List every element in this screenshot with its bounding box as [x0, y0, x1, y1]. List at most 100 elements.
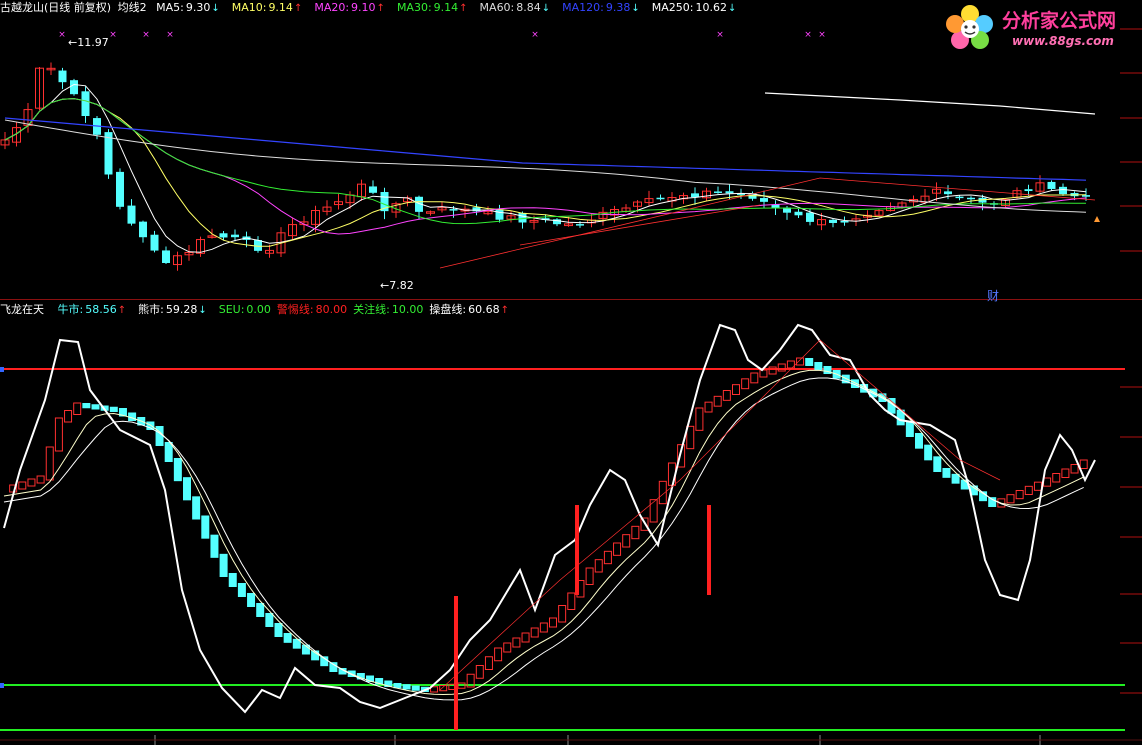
candle-body-down [760, 198, 768, 202]
indicator-bar-up [521, 632, 530, 643]
indicator-bar-up [494, 647, 503, 662]
ma-legend-5[interactable]: MA120: 9.38↓ [562, 0, 646, 17]
down-arrow-icon: ↓ [631, 3, 640, 14]
indicator-bar-down [988, 497, 997, 507]
indicator-bar-down [210, 534, 219, 558]
indicator-bar-up [759, 369, 768, 378]
left-marker [0, 367, 4, 372]
indicator-bar-up [704, 401, 713, 413]
up-arrow-icon: ↑ [500, 305, 509, 316]
indicator-bar-up [1079, 459, 1088, 469]
indicator-bar-down [329, 662, 338, 672]
indicator-bar-up [18, 481, 27, 490]
signal-bar [575, 505, 579, 595]
indicator-bar-down [155, 426, 164, 446]
chart-canvas[interactable]: × × × × × × × × [0, 0, 1142, 745]
signal-mark-icon: × [818, 30, 826, 40]
indicator-bar-down [228, 573, 237, 587]
up-arrow-icon: ↑ [459, 3, 468, 14]
indicator-bar-down [237, 583, 246, 597]
pane-divider[interactable] [0, 299, 1142, 300]
indicator-legend-3[interactable]: 警惕线: 80.00 [277, 302, 347, 318]
ma-legend-6[interactable]: MA250: 10.62↓ [652, 0, 743, 17]
indicator-bar-down [192, 496, 201, 520]
ma-legend-4[interactable]: MA60: 8.84↓ [480, 0, 557, 17]
stock-title[interactable]: 古越龙山(日线 前复权) [0, 0, 111, 16]
indicator-bar-up [530, 627, 539, 638]
candle-body-down [162, 250, 170, 264]
down-arrow-icon: ↓ [727, 3, 737, 14]
indicator-bar-down [283, 633, 292, 643]
indicator-legend-1[interactable]: 熊市: 59.28↓ [138, 302, 213, 319]
logo-url: www.88gs.com [1012, 34, 1114, 48]
indicator-bar-up [1061, 468, 1070, 478]
candle-body-down [725, 191, 734, 194]
trend-line [439, 177, 1096, 269]
signal-mark-icon: × [531, 30, 539, 40]
indicator-bar-up [512, 637, 521, 648]
finance-marker[interactable]: 财 [987, 287, 999, 304]
indicator-bar-up [1033, 481, 1042, 491]
ma-legend-value: 10.62 [695, 1, 727, 14]
ma-legend-3[interactable]: MA30: 9.14↑ [397, 0, 474, 17]
low-price-label: ←7.82 [380, 279, 414, 292]
indicator-bar-up [732, 384, 740, 395]
indicator-legend-5[interactable]: 操盘线: 60.68↑ [429, 302, 515, 319]
ma-legend-value: 9.38 [605, 1, 631, 14]
ma20-line [4, 98, 1087, 235]
down-arrow-icon: ↓ [211, 3, 220, 14]
indicator-bar-up [36, 475, 45, 484]
indicator-bar-up [64, 410, 73, 423]
candle-body-down [254, 240, 262, 251]
indicator-bar-down [201, 515, 210, 539]
indicator-bar-up [722, 390, 731, 401]
ma-legend-2[interactable]: MA20: 9.10↑ [314, 0, 391, 17]
indicator-legend-value: 0.00 [246, 303, 271, 316]
indicator-bar-down [183, 477, 191, 501]
candle-body-down [1082, 195, 1090, 197]
candle-body-down [81, 91, 90, 117]
signal-mark-icon: × [142, 30, 150, 40]
ma-legend-1[interactable]: MA10: 9.14↑ [232, 0, 309, 17]
ma-legend-value: 9.14 [433, 1, 459, 14]
indicator-bar-down [247, 593, 256, 607]
left-arrow-icon: ← [68, 36, 78, 49]
indicator-bar-up [686, 425, 695, 450]
indicator-name[interactable]: 均线2 [118, 0, 147, 16]
candle-body-down [219, 233, 228, 238]
indicator-trend-line [439, 339, 1001, 691]
indicator-bar-up [73, 402, 82, 415]
indicator-bar-up [558, 605, 567, 623]
down-arrow-icon: ↓ [541, 3, 551, 14]
ma120-line [4, 117, 1087, 181]
signal-bar [707, 505, 711, 595]
indicator-legend-4[interactable]: 关注线: 10.00 [353, 302, 423, 318]
ma-legend-0[interactable]: MA5: 9.30↓ [156, 0, 226, 17]
indicator-bar-up [1024, 485, 1033, 496]
high-price-label: ←11.97 [68, 36, 109, 49]
indicator-bar-down [942, 468, 951, 478]
ma5-line [4, 83, 1087, 253]
candle-body-down [1024, 189, 1033, 192]
candle-body-down [656, 197, 665, 200]
ma-legend-label: MA250: [651, 1, 694, 14]
indicator-bar-down [219, 553, 228, 577]
up-arrow-icon: ↑ [376, 3, 385, 14]
indicator-bar-down [109, 406, 118, 412]
indicator-bar-up [1043, 477, 1052, 487]
ma-legend-value: 9.30 [185, 1, 211, 14]
indicator-bar-down [256, 603, 265, 617]
candle-body-down [576, 224, 584, 226]
indicator-bar-down [82, 403, 91, 409]
signal-mark-icon: × [166, 30, 174, 40]
candle-body-down [955, 196, 964, 199]
indicator-legend-value: 80.00 [315, 303, 348, 316]
indicator-bar-up [1006, 494, 1015, 504]
indicator-legend-0[interactable]: 牛市: 58.56↑ [58, 302, 133, 319]
signal-mark-icon: × [804, 30, 812, 40]
indicator-bar-up [1015, 490, 1024, 500]
candle-body-down [944, 191, 952, 195]
bull-line [3, 369, 1084, 696]
indicator-legend-2[interactable]: SEU: 0.00 [219, 302, 271, 318]
indicator-title[interactable]: 飞龙在天 [0, 302, 44, 318]
